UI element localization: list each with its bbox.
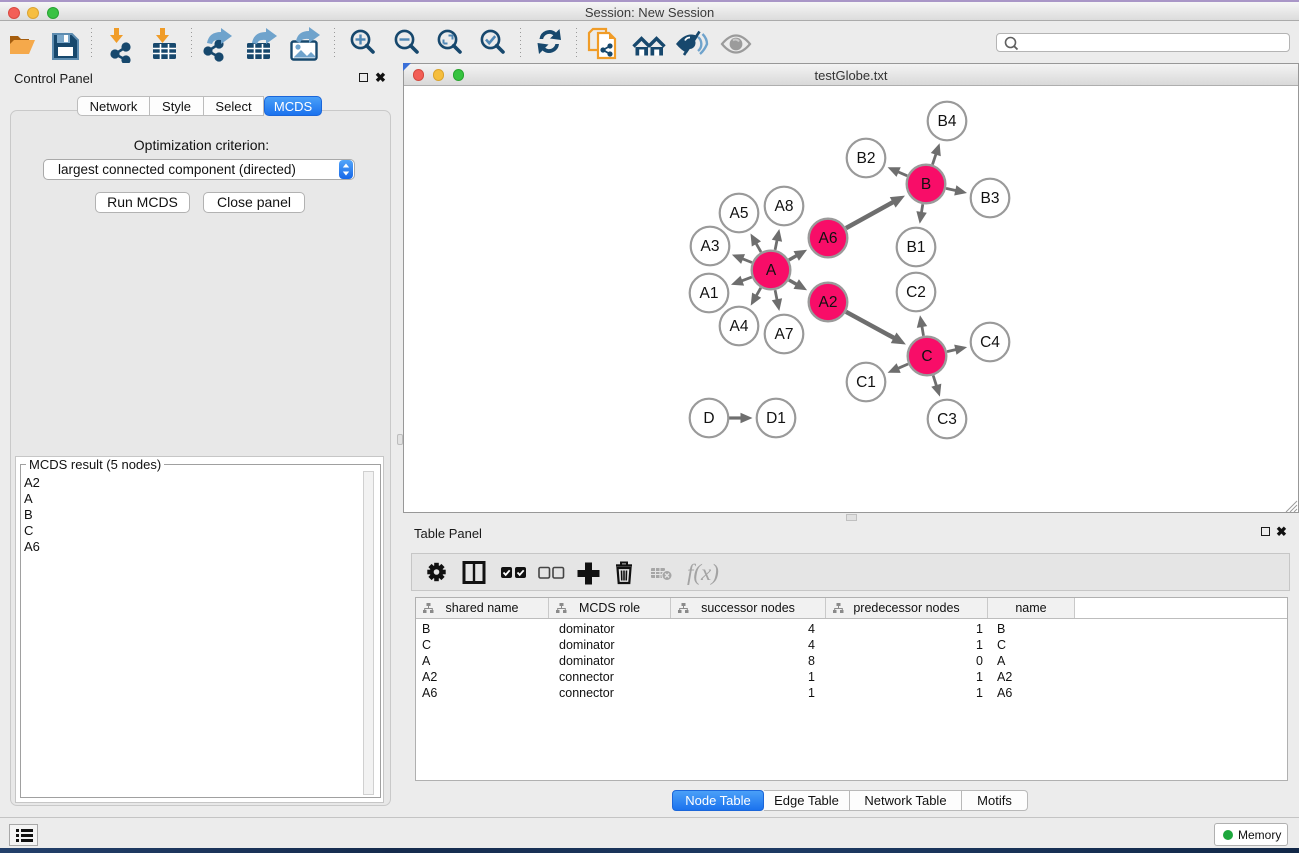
svg-text:B2: B2	[857, 150, 876, 167]
svg-text:B3: B3	[981, 190, 1000, 207]
svg-text:A5: A5	[730, 205, 749, 222]
svg-text:B1: B1	[907, 239, 926, 256]
svg-text:D: D	[703, 410, 714, 427]
svg-text:A3: A3	[701, 238, 720, 255]
svg-text:A1: A1	[700, 285, 719, 302]
svg-text:C1: C1	[856, 374, 876, 391]
svg-text:A: A	[766, 262, 777, 279]
svg-text:f(x): f(x)	[687, 560, 719, 585]
svg-text:C: C	[921, 348, 932, 365]
svg-text:A8: A8	[775, 198, 794, 215]
svg-text:B: B	[921, 176, 931, 193]
svg-text:A2: A2	[819, 294, 838, 311]
svg-text:B4: B4	[938, 113, 957, 130]
svg-text:A6: A6	[819, 230, 838, 247]
svg-text:C4: C4	[980, 334, 1000, 351]
svg-text:C3: C3	[937, 411, 957, 428]
svg-text:C2: C2	[906, 284, 926, 301]
svg-text:A7: A7	[775, 326, 794, 343]
svg-text:A4: A4	[730, 318, 749, 335]
svg-text:D1: D1	[766, 410, 786, 427]
